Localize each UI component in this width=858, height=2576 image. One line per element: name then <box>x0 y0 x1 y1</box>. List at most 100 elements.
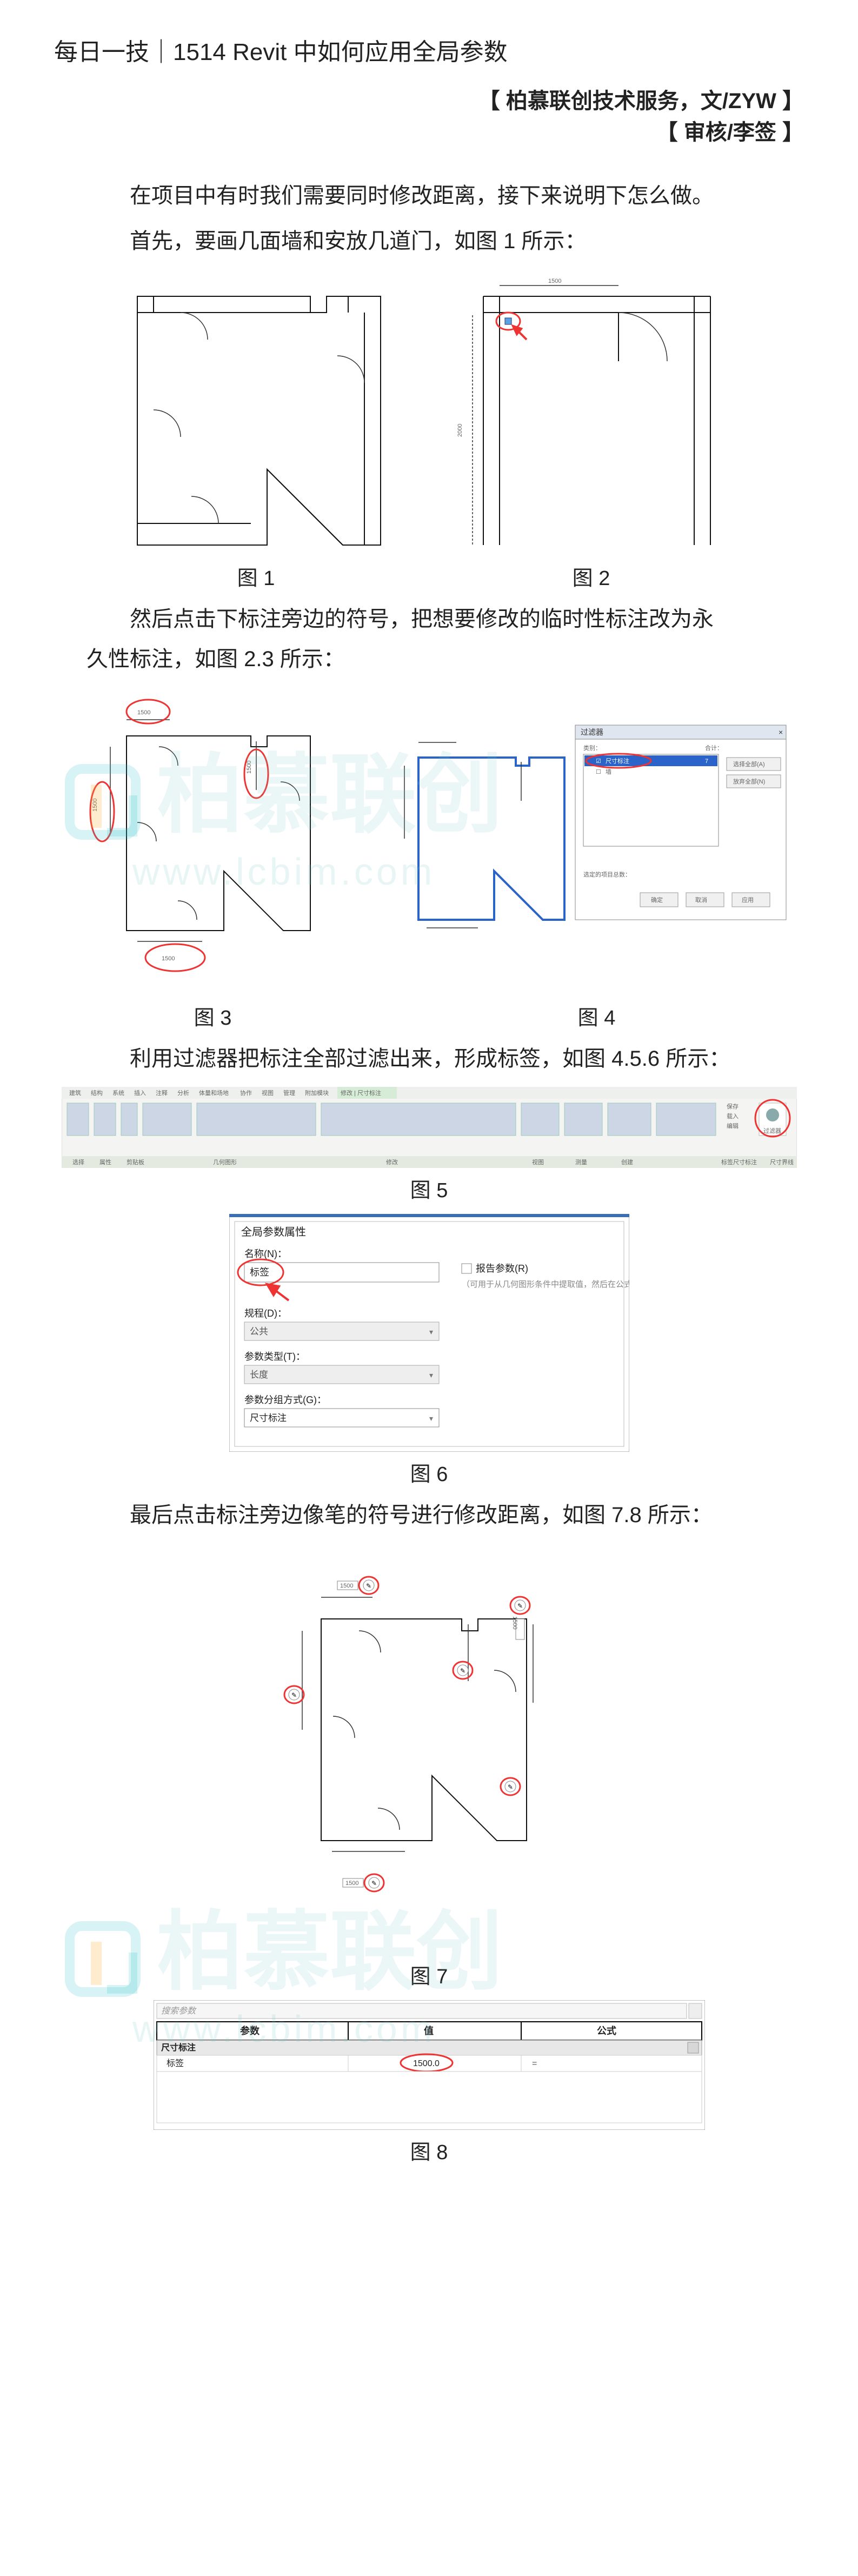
dialog-title: 全局参数属性 <box>241 1226 306 1238</box>
svg-text:墙: 墙 <box>606 768 611 775</box>
svg-text:载入: 载入 <box>727 1113 739 1120</box>
byline-reviewer: 【 审核/李签 】 <box>54 115 804 146</box>
name-input[interactable] <box>244 1263 439 1282</box>
svg-text:标签: 标签 <box>250 1267 269 1278</box>
svg-text:编辑: 编辑 <box>727 1122 739 1130</box>
svg-text:建筑: 建筑 <box>69 1089 81 1097</box>
svg-text:过滤器: 过滤器 <box>763 1127 781 1134</box>
svg-text:1500: 1500 <box>162 955 175 962</box>
svg-text:（可用于从几何图形条件中提取值，然后在公式中报告）: （可用于从几何图形条件中提取值，然后在公式中报告） <box>462 1280 629 1289</box>
svg-text:剪贴板: 剪贴板 <box>127 1158 144 1166</box>
svg-text:1500: 1500 <box>511 1616 518 1629</box>
svg-text:✎: ✎ <box>291 1691 297 1699</box>
svg-text:标签尺寸标注: 标签尺寸标注 <box>721 1158 757 1166</box>
table-header: 公式 <box>597 2025 616 2036</box>
svg-text:几何图形: 几何图形 <box>213 1159 237 1166</box>
svg-text:1500: 1500 <box>92 799 98 812</box>
figure-label: 图 6 <box>410 1457 448 1487</box>
report-checkbox[interactable] <box>462 1264 471 1273</box>
svg-text:长度: 长度 <box>250 1370 268 1380</box>
figure-8-param-table: 搜索参数 参数 值 公式 尺寸标注 标签 1500.0 = <box>154 2000 705 2130</box>
svg-text:1500: 1500 <box>548 278 561 284</box>
svg-text:尺寸标注: 尺寸标注 <box>250 1413 287 1423</box>
svg-text:✎: ✎ <box>508 1783 513 1791</box>
svg-text:✎: ✎ <box>517 1602 523 1610</box>
svg-text:应用: 应用 <box>742 896 754 904</box>
svg-text:报告参数(R): 报告参数(R) <box>476 1263 528 1274</box>
svg-text:1500: 1500 <box>246 761 252 774</box>
figure-3-floorplan-dims: 1500 1500 1500 1500 <box>67 693 359 995</box>
svg-text:测量: 测量 <box>575 1159 587 1166</box>
svg-text:尺寸界线: 尺寸界线 <box>770 1158 794 1166</box>
table-header: 参数 <box>240 2025 260 2036</box>
svg-text:▾: ▾ <box>429 1371 433 1379</box>
search-input[interactable] <box>157 2003 687 2019</box>
svg-text:▾: ▾ <box>429 1414 433 1423</box>
paragraph: 久性标注，如图 2.3 所示： <box>87 642 771 676</box>
svg-text:视图: 视图 <box>532 1158 544 1166</box>
svg-text:属性: 属性 <box>99 1158 111 1166</box>
discipline-select[interactable] <box>244 1322 439 1340</box>
svg-text:管理: 管理 <box>283 1089 295 1097</box>
figure-label: 图 5 <box>410 1173 448 1203</box>
svg-text:✎: ✎ <box>371 1880 377 1887</box>
svg-text:1500: 1500 <box>340 1583 353 1589</box>
paragraph: 最后点击标注旁边像笔的符号进行修改距离，如图 7.8 所示： <box>87 1498 771 1532</box>
page-title: 每日一技｜1514 Revit 中如何应用全局参数 <box>54 32 804 67</box>
svg-text:参数分组方式(G)：: 参数分组方式(G)： <box>244 1395 327 1405</box>
svg-text:规程(D)：: 规程(D)： <box>244 1308 287 1319</box>
svg-text:搜索参数: 搜索参数 <box>161 2006 197 2016</box>
svg-text:1500: 1500 <box>137 709 150 716</box>
param-type-select[interactable] <box>244 1365 439 1384</box>
svg-text:=: = <box>532 2059 537 2068</box>
paragraph: 在项目中有时我们需要同时修改距离，接下来说明下怎么做。 <box>87 178 771 213</box>
figure-label: 图 8 <box>410 2135 448 2165</box>
filter-dialog-title: 过滤器 <box>581 728 603 736</box>
table-row-value: 1500.0 <box>413 2059 440 2068</box>
svg-text:确定: 确定 <box>651 896 663 904</box>
svg-text:插入: 插入 <box>134 1089 146 1097</box>
svg-text:结构: 结构 <box>91 1089 103 1097</box>
svg-text:合计：: 合计： <box>705 744 723 752</box>
svg-text:✎: ✎ <box>366 1582 371 1590</box>
svg-text:1500: 1500 <box>345 1880 358 1887</box>
svg-text:分析: 分析 <box>177 1089 189 1097</box>
figure-4-filter-dialog: 过滤器 × 类别： 合计： ☑ 尺寸标注 7 ☐ 墙 选择全部(A) 放弃全部(… <box>402 714 792 995</box>
byline-author: 【 柏慕联创技术服务，文/ZYW 】 <box>54 83 804 115</box>
svg-text:创建: 创建 <box>621 1158 633 1166</box>
svg-text:☐: ☐ <box>596 769 601 775</box>
svg-text:✎: ✎ <box>460 1667 465 1675</box>
svg-text:7: 7 <box>705 758 708 765</box>
svg-text:选择全部(A): 选择全部(A) <box>733 760 765 768</box>
table-section: 尺寸标注 <box>161 2042 196 2053</box>
figure-label: 图 4 <box>578 1001 616 1031</box>
svg-text:名称(N)：: 名称(N)： <box>244 1249 287 1259</box>
svg-text:2000: 2000 <box>457 424 463 437</box>
svg-text:参数类型(T)：: 参数类型(T)： <box>244 1351 305 1362</box>
svg-text:附加模块: 附加模块 <box>305 1089 329 1097</box>
paragraph: 首先，要画几面墙和安放几道门，如图 1 所示： <box>87 224 771 258</box>
table-header: 值 <box>424 2025 434 2036</box>
figure-label: 图 1 <box>237 561 275 591</box>
paragraph: 然后点击下标注旁边的符号，把想要修改的临时性标注改为永 <box>87 602 771 636</box>
svg-text:×: × <box>779 728 783 736</box>
figure-label: 图 3 <box>194 1001 232 1031</box>
svg-text:▾: ▾ <box>429 1327 433 1336</box>
svg-text:视图: 视图 <box>262 1089 274 1097</box>
figure-7-edit-dims: 1500 ✎ 1500 ✎ ✎ ✎ ✎ 1500 <box>262 1543 597 1954</box>
svg-text:☑: ☑ <box>596 758 601 765</box>
figure-5-ribbon: 建筑 结构 系统 插入 注释 分析 体量和场地 协作 视图 管理 附加模块 修改… <box>62 1087 797 1168</box>
svg-text:保存: 保存 <box>727 1103 739 1110</box>
svg-text:体量和场地: 体量和场地 <box>199 1089 229 1097</box>
svg-text:协作: 协作 <box>240 1089 252 1097</box>
figure-2-dimension: 2000 1500 <box>440 275 743 556</box>
svg-text:选定的项目总数：: 选定的项目总数： <box>583 871 631 878</box>
svg-text:系统: 系统 <box>112 1090 124 1097</box>
svg-text:注释: 注释 <box>156 1089 168 1097</box>
svg-text:修改: 修改 <box>386 1158 398 1166</box>
figure-1-floorplan <box>116 275 397 556</box>
paragraph: 利用过滤器把标注全部过滤出来，形成标签，如图 4.5.6 所示： <box>87 1041 771 1076</box>
figure-6-global-param-dialog: 全局参数属性 名称(N)： 标签 报告参数(R) （可用于从几何图形条件中提取值… <box>229 1214 629 1452</box>
svg-text:选择: 选择 <box>72 1158 84 1166</box>
svg-text:修改 | 尺寸标注: 修改 | 尺寸标注 <box>341 1089 381 1097</box>
